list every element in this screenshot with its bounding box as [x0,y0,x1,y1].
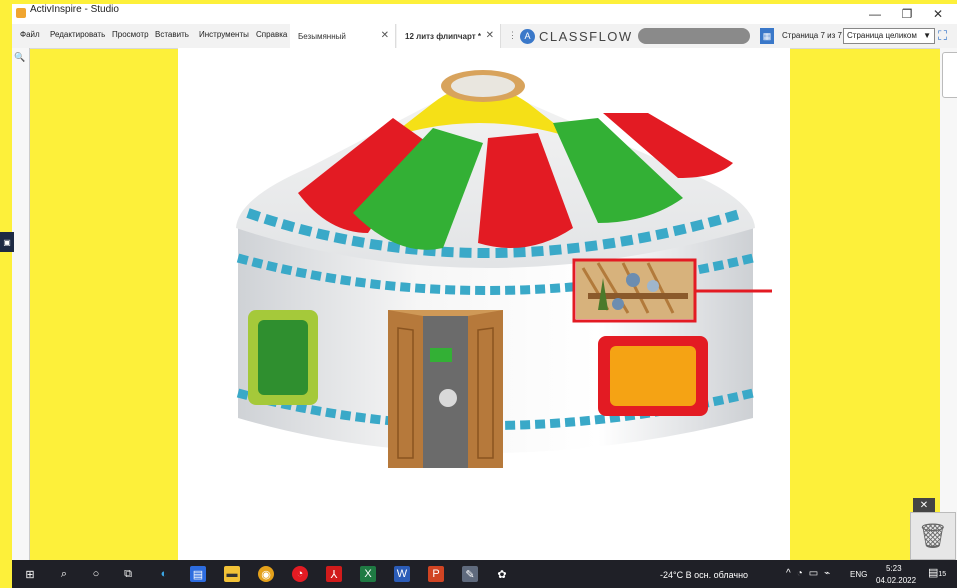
page-counter: Страница 7 из 7 [782,31,842,40]
magnifier-icon[interactable]: 🔍 [14,52,25,63]
cortana-icon[interactable]: ○ [88,566,104,582]
media-icon[interactable]: ✿ [494,566,510,582]
tab-untitled[interactable]: Безымянный ✕ [290,24,396,48]
trash-icon[interactable]: 🗑 [910,512,956,560]
window-title: ActivInspire - Studio [30,4,119,15]
notification-icon[interactable]: ▤15 [928,566,946,579]
page-sorter-icon[interactable]: ▦ [760,28,774,44]
chevron-down-icon: ▼ [923,31,931,40]
language-indicator[interactable]: ENG [850,570,867,579]
powerpoint-icon[interactable]: P [428,566,444,582]
restore-button[interactable]: ❐ [890,4,924,24]
close-icon[interactable]: ✕ [486,30,494,41]
chrome-icon[interactable]: ◉ [258,566,274,582]
menu-help[interactable]: Справка [256,30,287,39]
classflow-label: CLASSFLOW [539,28,633,44]
clock-date[interactable]: 04.02.2022 [876,576,916,585]
task-view-icon[interactable]: ⧉ [120,566,136,582]
app-icon[interactable]: ◔ [292,566,308,582]
left-toolbar [12,48,30,560]
flipchart-canvas[interactable] [178,48,790,560]
file-explorer-icon[interactable]: ▬ [224,566,240,582]
activinspire-logo-icon [16,8,26,18]
classflow-brand[interactable]: A CLASSFLOW [520,27,633,45]
tab-label: Безымянный [298,31,346,41]
browser-tab-handle[interactable] [942,52,957,98]
minimize-button[interactable]: — [858,4,892,24]
clock-time[interactable]: 5:23 [886,564,902,573]
yurt-image [236,70,772,468]
activinspire-icon[interactable]: ✎ [462,566,478,582]
weather-status[interactable]: -24°C В осн. облачно [660,570,748,580]
store-icon[interactable]: ▤ [190,566,206,582]
menu-edit[interactable]: Редактировать [50,30,105,39]
edge-icon[interactable]: ◐ [156,566,172,582]
tab-label: 12 литз флипчарт * [405,31,481,41]
classflow-logo-icon: A [520,28,535,44]
zoom-select[interactable]: Страница целиком ▼ [843,28,935,44]
menu-file[interactable]: Файл [20,30,40,39]
zoom-value: Страница целиком [847,31,917,40]
tab-flipchart[interactable]: 12 литз флипчарт * ✕ [397,24,501,48]
menu-tools[interactable]: Инструменты [199,30,249,39]
title-bar [12,4,957,24]
close-button[interactable]: ✕ [921,4,955,24]
more-icon[interactable]: ⋮ [508,30,517,41]
close-icon[interactable]: ✕ [913,498,935,512]
right-toolbar [940,48,957,560]
search-icon[interactable]: ⌕ [56,566,72,582]
toolbox-handle-icon[interactable]: ▣ [0,232,14,252]
account-pill[interactable] [638,28,750,44]
excel-icon[interactable]: X [360,566,376,582]
menu-view[interactable]: Просмотр [112,30,149,39]
fullscreen-icon[interactable]: ⛶ [938,28,947,44]
word-icon[interactable]: W [394,566,410,582]
menu-insert[interactable]: Вставить [155,30,189,39]
close-icon[interactable]: ✕ [381,30,389,41]
windows-start-icon[interactable]: ⊞ [22,566,38,582]
acrobat-icon[interactable]: ⅄ [326,566,342,582]
notification-count: 15 [938,571,947,578]
system-tray-icons[interactable]: ^◔▭⌁ [786,568,836,579]
